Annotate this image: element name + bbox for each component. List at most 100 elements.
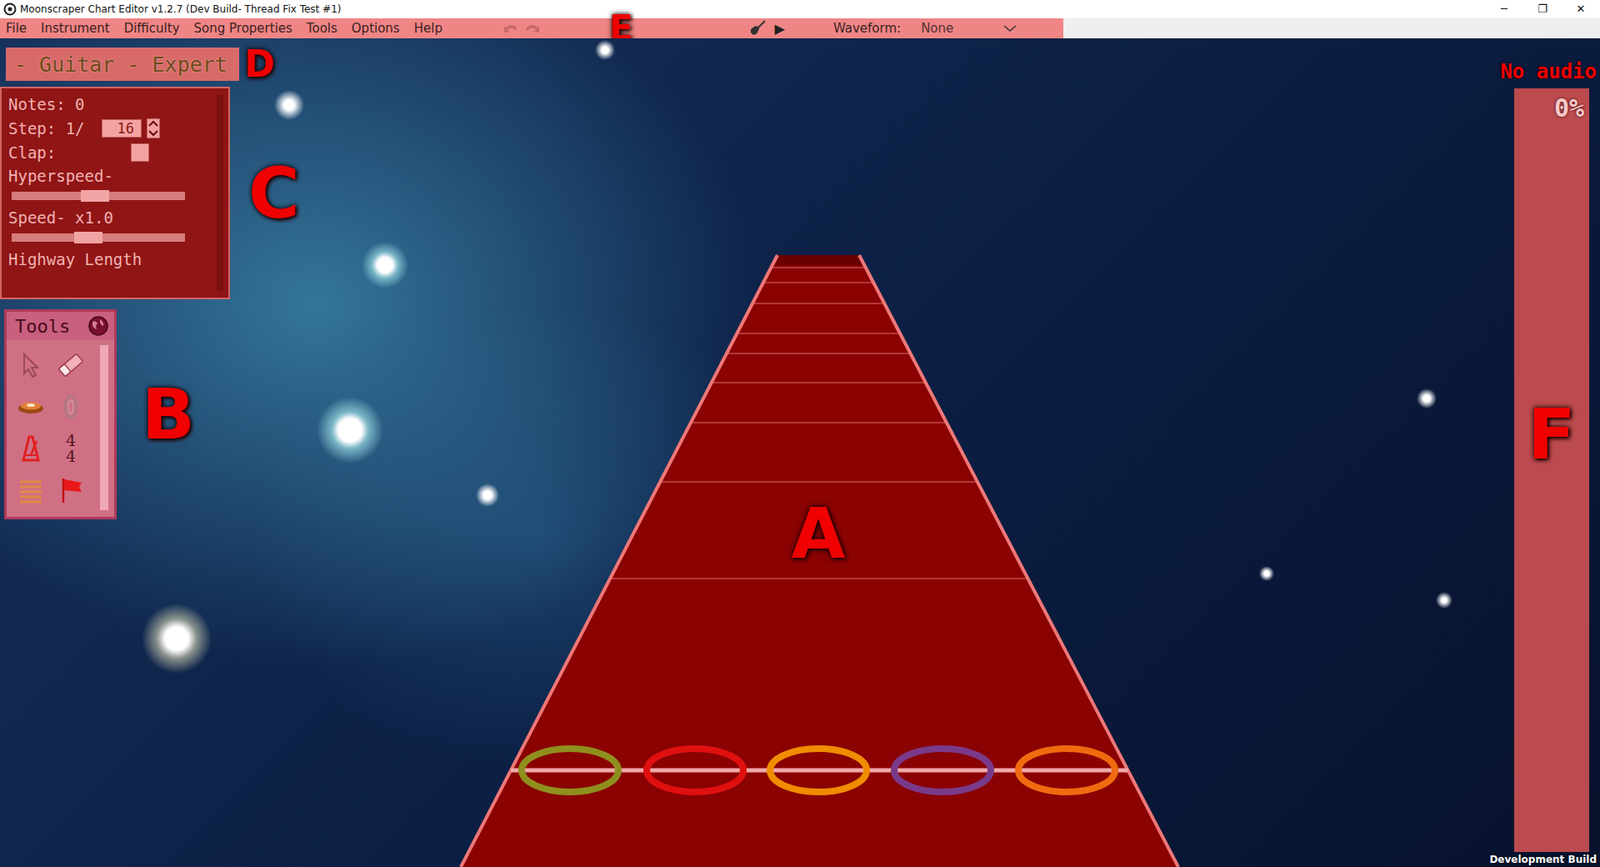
highway-far-end [772, 255, 865, 265]
annotation-label: F [1527, 399, 1575, 470]
editor-window: Moonscraper Chart Editor v1.2.7 (Dev Bui… [0, 0, 1600, 867]
annotation-label: D [244, 45, 275, 83]
menu-highlight: FileInstrumentDifficultySong PropertiesT… [0, 18, 1064, 39]
hyperspeed-slider[interactable] [11, 191, 185, 200]
beat-line [610, 577, 1028, 580]
time-signature-denominator: 4 [65, 448, 76, 465]
beat-line [736, 332, 900, 335]
strike-line [510, 768, 1128, 773]
cursor-icon [16, 351, 45, 379]
tool-button[interactable] [11, 386, 50, 427]
guitar-icon[interactable] [748, 20, 767, 37]
beat-line [770, 266, 866, 269]
menu-item[interactable]: File [0, 20, 32, 36]
beat-line [763, 281, 874, 284]
beat-line [752, 302, 885, 305]
notes-count: Notes: 0 [8, 95, 212, 114]
fret-striker [770, 748, 867, 792]
speed-label: Speed- x1.0 [8, 208, 212, 227]
clap-checkbox[interactable] [130, 143, 150, 162]
annotation-label: A [790, 498, 845, 569]
menu-item[interactable]: Options [345, 20, 405, 36]
flag-icon [56, 475, 85, 505]
spinner-arrows-icon [147, 119, 160, 138]
properties-row: Notes: 0 Step: 1/ 16 Clap: Hyperspeed- S… [0, 86, 300, 300]
slider-handle[interactable] [74, 231, 103, 244]
audio-progress-bar: 0% F [1514, 88, 1590, 852]
tools-title: Tools [15, 315, 70, 337]
slider-handle[interactable] [80, 190, 110, 202]
waveform-value: None [920, 20, 954, 36]
menu-item[interactable]: Song Properties [188, 20, 298, 36]
tool-button[interactable]: 4 4 [51, 428, 90, 469]
app-logo-icon [3, 2, 17, 16]
menu-item[interactable]: Difficulty [118, 20, 185, 36]
highway-edge [859, 255, 1179, 867]
fret-striker [1018, 748, 1115, 792]
menu-item[interactable]: Tools [300, 20, 343, 36]
fret-striker [646, 748, 744, 792]
annotation-label: B [141, 379, 195, 450]
speed-slider[interactable] [11, 233, 185, 242]
tool-button[interactable] [11, 470, 50, 510]
tools-scrollbar[interactable] [100, 345, 109, 510]
highway-edge [460, 255, 778, 867]
window-controls: ─❐✕ [1485, 0, 1600, 19]
annotation-label: E [609, 18, 634, 39]
clap-label: Clap: [8, 143, 56, 162]
audio-panel: No audio 0% F Development Build [1489, 38, 1600, 867]
tool-button[interactable] [51, 345, 90, 385]
waveform-dropdown[interactable]: None [920, 20, 1017, 36]
beat-line [726, 352, 911, 355]
window-control-button[interactable]: ─ [1485, 0, 1524, 19]
note-icon [16, 393, 45, 420]
beat-line [660, 480, 978, 483]
audio-status: No audio [1500, 60, 1597, 84]
build-label: Development Build [1489, 853, 1597, 865]
properties-panel: Notes: 0 Step: 1/ 16 Clap: Hyperspeed- S… [0, 86, 230, 300]
highway-surface [460, 255, 1179, 867]
left-panels: - Guitar - Expert D Notes: 0 Step: 1/ 16… [0, 38, 300, 867]
chevron-down-icon [1003, 24, 1017, 33]
menu-item[interactable]: Help [408, 20, 448, 36]
waveform-label: Waveform: [833, 20, 901, 36]
tool-button[interactable] [11, 345, 50, 385]
tools-row: Tools 4 4 B [4, 309, 300, 520]
window-control-button[interactable]: ❐ [1523, 0, 1562, 19]
step-row: Step: 1/ 16 [8, 118, 212, 139]
step-input[interactable]: 16 [101, 119, 142, 138]
annotation-label: C [248, 158, 300, 229]
note-highway[interactable] [0, 38, 1600, 867]
properties-scrollbar[interactable] [216, 95, 224, 291]
tool-button[interactable] [51, 470, 90, 510]
eraser-icon [56, 351, 85, 379]
highway-length-label: Highway Length [8, 250, 212, 269]
chart-view: A - Guitar - Expert D Notes: 0 Step: 1/ … [0, 38, 1600, 867]
chart-label-row: - Guitar - Expert D [5, 45, 300, 83]
menu-bar-empty [1063, 18, 1600, 39]
redo-icon[interactable] [524, 20, 541, 36]
time-signature-numerator: 4 [65, 432, 76, 449]
window-control-button[interactable]: ✕ [1561, 0, 1600, 19]
step-spinner[interactable] [146, 118, 160, 139]
tools-header: Tools [6, 311, 115, 340]
menu-bar: FileInstrumentDifficultySong PropertiesT… [0, 18, 1600, 39]
title-bar: Moonscraper Chart Editor v1.2.7 (Dev Bui… [0, 0, 1600, 19]
starpower-icon [56, 393, 85, 420]
metronome-icon [16, 434, 45, 463]
section-lines-icon [16, 476, 45, 504]
tools-panel: Tools 4 4 [4, 309, 117, 520]
step-label: Step: 1/ [8, 119, 85, 138]
clap-row: Clap: [8, 143, 212, 162]
time-signature-icon: 4 4 [65, 432, 76, 465]
undo-icon[interactable] [502, 20, 520, 36]
instrument-difficulty-label: - Guitar - Expert [5, 47, 240, 81]
play-button[interactable]: ▶ [775, 20, 785, 37]
globe-icon[interactable] [87, 315, 110, 337]
progress-percent: 0% [1554, 93, 1585, 123]
tool-button[interactable] [11, 428, 50, 469]
fret-striker [521, 748, 619, 792]
tool-button[interactable] [51, 386, 90, 427]
beat-line [690, 421, 947, 424]
menu-item[interactable]: Instrument [35, 20, 115, 36]
